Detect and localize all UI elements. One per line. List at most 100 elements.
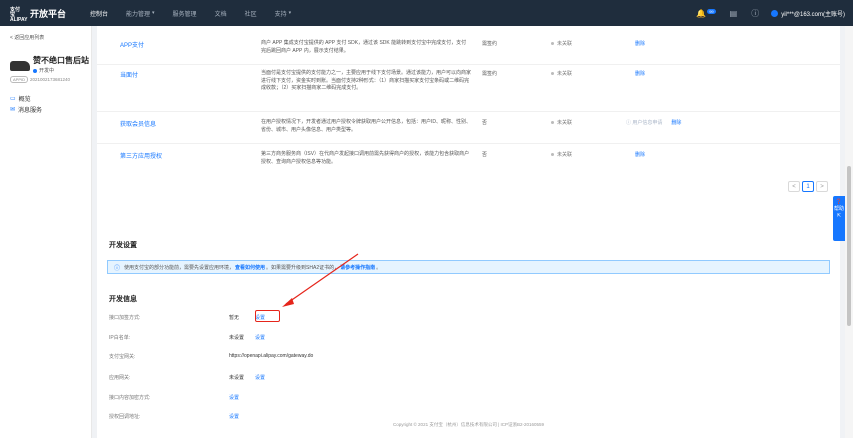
brand[interactable]: 支付宝 ALIPAY 开放平台 <box>0 7 90 23</box>
chevron-down-icon: ▾ <box>152 10 155 16</box>
notice-text: 使用支付宝的部分功能前，需要先设置应用环境， <box>124 264 235 271</box>
sidebar-item-message-service[interactable]: ✉ 消息服务 <box>0 104 91 115</box>
nav-item-label: 社区 <box>244 11 257 18</box>
nav-item-label: 文档 <box>214 11 227 18</box>
nav-item-console[interactable]: 控制台 <box>90 9 108 18</box>
ability-op: 删除 <box>626 151 645 158</box>
sidebar: < 返回应用列表 赞不绝口售后站 开发中 APPID 2021002173681… <box>0 26 92 438</box>
set-encrypt-method-button[interactable]: 设置 <box>229 394 239 401</box>
row-divider <box>97 143 840 144</box>
dev-settings-section: 开发设置 ⓘ 使用支付宝的部分功能前，需要先设置应用环境， 查看如何使用 。如果… <box>97 226 840 278</box>
car-icon <box>10 57 30 73</box>
ability-required: 否 <box>482 152 488 158</box>
main-content: APP支付 商户 APP 集成支付宝提供的 APP 支付 SDK，通过该 SDK… <box>92 26 845 438</box>
notification-icon[interactable]: 🔔 99 <box>696 8 716 18</box>
dev-settings-notice: ⓘ 使用支付宝的部分功能前，需要先设置应用环境， 查看如何使用 。如果需要升级到… <box>107 260 830 274</box>
nav-item-service[interactable]: 服务管理 <box>173 9 197 18</box>
nav-item-label: 支持 <box>274 11 287 18</box>
ability-name-link[interactable]: 当面付 <box>120 70 138 79</box>
delete-link[interactable]: 删除 <box>635 152 645 158</box>
notification-badge: 99 <box>707 8 716 14</box>
row-divider <box>97 111 840 112</box>
ability-desc: 商户 APP 集成支付宝提供的 APP 支付 SDK，通过该 SDK 能跳转到支… <box>261 40 467 54</box>
set-ip-whitelist-button[interactable]: 设置 <box>255 334 265 341</box>
ability-status: 未关联 <box>551 70 572 77</box>
page-button[interactable]: 1 <box>802 181 814 192</box>
row-divider <box>97 64 840 65</box>
ability-op: 删除 <box>626 40 645 47</box>
alipay-logo-icon: 支付宝 ALIPAY <box>10 7 28 23</box>
app-status: 开发中 <box>33 67 89 74</box>
ability-status: 未关联 <box>551 151 572 158</box>
info-value: 未设置 <box>229 375 245 381</box>
sidebar-item-label: 消息服务 <box>18 108 43 114</box>
info-label: 应用网关: <box>109 375 131 381</box>
chevron-down-icon: ▾ <box>288 10 292 16</box>
message-icon: ✉ <box>10 107 16 113</box>
scroll-thumb[interactable] <box>847 166 851 326</box>
nav-menu: 控制台 能力管理 ▾ 服务管理 文档 社区 支持 ▾ <box>90 0 309 26</box>
ability-desc: 第三方商务服务商（ISV）在代商户发起接口调用前需先获得商户的授权，该能力包含获… <box>261 151 470 165</box>
delete-link[interactable]: 删除 <box>671 120 681 126</box>
ability-required: 否 <box>482 120 488 126</box>
set-callback-url-button[interactable]: 设置 <box>229 413 239 420</box>
ability-status-label: 未关联 <box>557 152 573 158</box>
nav-item-community[interactable]: 社区 <box>245 9 257 18</box>
nav-right: 🔔 99 ▤ ⓘ yil***@163.com(主账号) <box>682 0 845 26</box>
nav-item-docs[interactable]: 文档 <box>215 9 227 18</box>
ability-op: ⓘ 用户信息申请 删除 <box>626 119 681 126</box>
ability-apply-label: 用户信息申请 <box>632 120 663 126</box>
ability-status-label: 未关联 <box>557 71 573 77</box>
help-icon: ❓ <box>835 199 843 205</box>
info-label: 接口加签方式: <box>109 315 141 321</box>
sidebar-item-label: 概览 <box>18 97 31 103</box>
prev-page-button[interactable]: < <box>788 181 800 192</box>
info-value: 未设置 <box>229 335 245 341</box>
ability-name-link[interactable]: APP支付 <box>120 40 144 49</box>
delete-link[interactable]: 删除 <box>635 41 645 47</box>
ability-required: 需签约 <box>482 41 498 47</box>
ability-desc: 当面付是支付宝提供的支付能力之一，主要应用于线下支付场景。通过该能力，用户可以向… <box>261 70 472 91</box>
ability-op: 删除 <box>626 70 645 77</box>
ability-apply-link[interactable]: ⓘ 用户信息申请 <box>626 120 662 126</box>
nav-item-support[interactable]: 支持 ▾ <box>275 9 292 18</box>
sidebar-item-overview[interactable]: ▭ 概览 <box>0 93 91 104</box>
back-to-app-list-link[interactable]: < 返回应用列表 <box>0 26 91 41</box>
nav-item-label: 能力管理 <box>126 11 151 18</box>
ability-name-link[interactable]: 第三方应用授权 <box>120 151 162 160</box>
ability-required: 需签约 <box>482 71 498 77</box>
app-id-value: 2021002173681240 <box>30 77 71 82</box>
info-value: https://openapi.alipay.com/gateway.do <box>229 353 314 359</box>
app-id-tag: APPID <box>10 76 29 83</box>
nav-item-label: 控制台 <box>90 11 109 18</box>
float-help-button[interactable]: ❓ 帮助 ⇱ <box>833 196 845 241</box>
nav-item-label: 服务管理 <box>172 11 197 18</box>
pagination: < 1 > <box>786 181 828 192</box>
avatar <box>771 9 779 17</box>
help-icon[interactable]: ⓘ <box>751 8 759 19</box>
ability-status-label: 未关联 <box>557 120 573 126</box>
delete-link[interactable]: 删除 <box>635 71 645 77</box>
info-label: 授权回调地址: <box>109 414 141 420</box>
user-menu[interactable]: yil***@163.com(主账号) <box>771 9 845 18</box>
ability-name-link[interactable]: 获取会员信息 <box>120 119 156 128</box>
brand-name: 开放平台 <box>30 8 67 19</box>
ability-status: 未关联 <box>551 40 572 47</box>
document-icon[interactable]: ▤ <box>730 9 738 18</box>
dev-info-section: 开发信息 接口加签方式: 暂无 设置 IP白名单: 未设置 设置 支付宝网关: … <box>97 278 840 438</box>
user-name: yil***@163.com(主账号) <box>781 11 845 18</box>
info-label: 接口内容加密方式: <box>109 395 151 401</box>
footer: Copyright © 2021 支付宝（杭州）信息技术有限公司 | ICP证浙… <box>392 422 545 427</box>
ability-status-label: 未关联 <box>557 41 573 47</box>
ability-desc: 在用户授权情况下，开发者通过用户授权令牌获取用户公开信息，包括：用户ID、昵称、… <box>261 119 472 133</box>
scrollbar[interactable] <box>845 26 853 438</box>
abilities-table: APP支付 商户 APP 集成支付宝提供的 APP 支付 SDK，通过该 SDK… <box>97 26 840 226</box>
next-page-button[interactable]: > <box>816 181 828 192</box>
float-help-label: 帮助 <box>833 206 844 212</box>
how-to-use-link[interactable]: 查看如何使用 <box>235 264 265 271</box>
status-dot-icon <box>551 153 554 157</box>
set-app-gateway-button[interactable]: 设置 <box>255 374 265 381</box>
info-label: IP白名单: <box>109 335 131 341</box>
status-dot-icon <box>551 72 554 76</box>
nav-item-ability[interactable]: 能力管理 ▾ <box>126 9 155 18</box>
